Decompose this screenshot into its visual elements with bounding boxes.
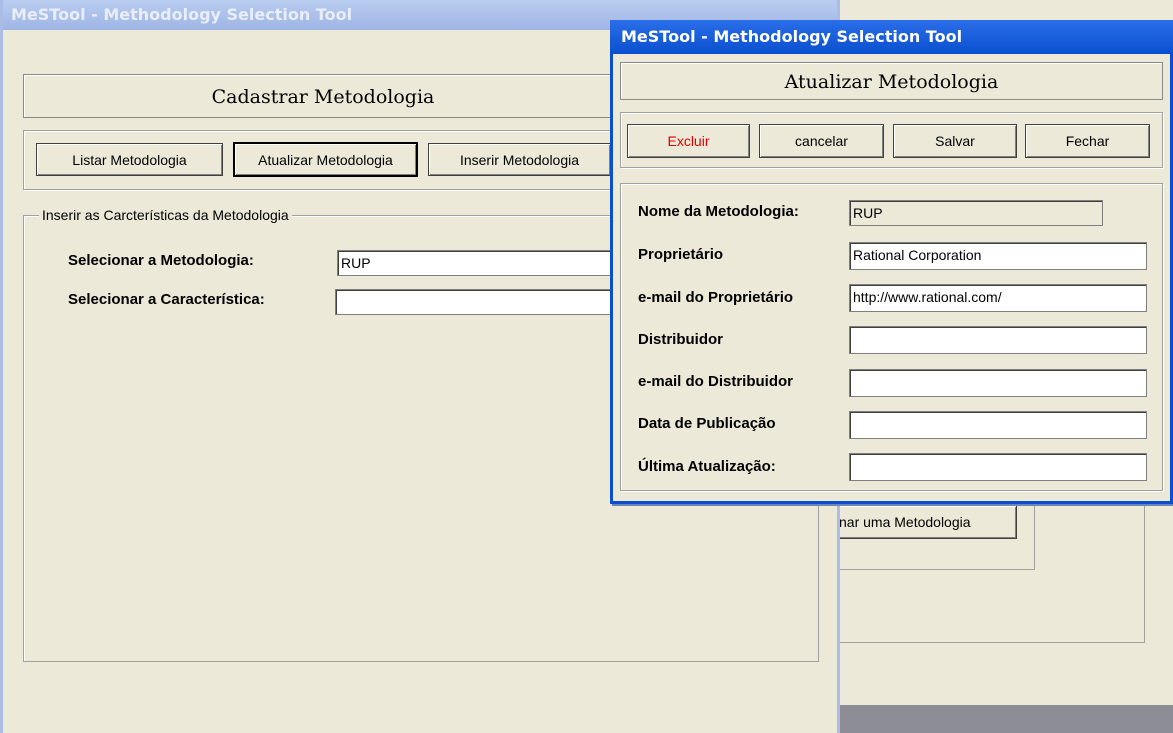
atualizar-metodologia-button[interactable]: Atualizar Metodologia	[233, 142, 418, 177]
nome-metodologia-label: Nome da Metodologia:	[638, 203, 799, 220]
excluir-button[interactable]: Excluir	[627, 124, 750, 158]
nome-metodologia-field: RUP	[849, 200, 1103, 226]
cancelar-button[interactable]: cancelar	[759, 124, 884, 158]
front-window-heading: Atualizar Metodologia	[620, 62, 1163, 100]
proprietario-label: Proprietário	[638, 246, 724, 263]
email-distribuidor-field[interactable]	[849, 369, 1147, 397]
salvar-button[interactable]: Salvar	[893, 124, 1017, 158]
selecionar-metodologia-label: Selecionar a Metodologia:	[68, 252, 254, 269]
caracteristicas-group-title: Inserir as Carcterísticas da Metodologia	[39, 207, 292, 223]
listar-metodologia-button[interactable]: Listar Metodologia	[36, 143, 223, 176]
proprietario-field[interactable]: Rational Corporation	[849, 242, 1147, 270]
ultima-atualizacao-field[interactable]	[849, 453, 1147, 481]
email-proprietario-label: e-mail do Proprietário	[638, 289, 794, 306]
fechar-button[interactable]: Fechar	[1025, 124, 1150, 158]
selecionar-caracteristica-field[interactable]	[335, 289, 627, 315]
data-publicacao-label: Data de Publicação	[638, 415, 776, 432]
distribuidor-field[interactable]	[849, 326, 1147, 354]
ultima-atualizacao-label: Última Atualização:	[638, 458, 776, 475]
front-window: MeSTool - Methodology Selection Tool Atu…	[610, 20, 1173, 504]
selecionar-metodologia-button[interactable]: nar uma Metodologia	[835, 505, 1017, 539]
middle-window-footer	[835, 705, 1173, 733]
data-publicacao-field[interactable]	[849, 411, 1147, 439]
distribuidor-label: Distribuidor	[638, 331, 723, 348]
selecionar-metodologia-field[interactable]: RUP	[337, 250, 627, 276]
selecionar-caracteristica-label: Selecionar a Característica:	[68, 291, 265, 308]
front-window-titlebar[interactable]: MeSTool - Methodology Selection Tool	[610, 20, 1173, 54]
email-proprietario-field[interactable]: http://www.rational.com/	[849, 284, 1147, 312]
email-distribuidor-label: e-mail do Distribuidor	[638, 373, 794, 390]
inserir-metodologia-button[interactable]: Inserir Metodologia	[428, 143, 611, 176]
back-window-heading: Cadastrar Metodologia	[23, 74, 623, 118]
